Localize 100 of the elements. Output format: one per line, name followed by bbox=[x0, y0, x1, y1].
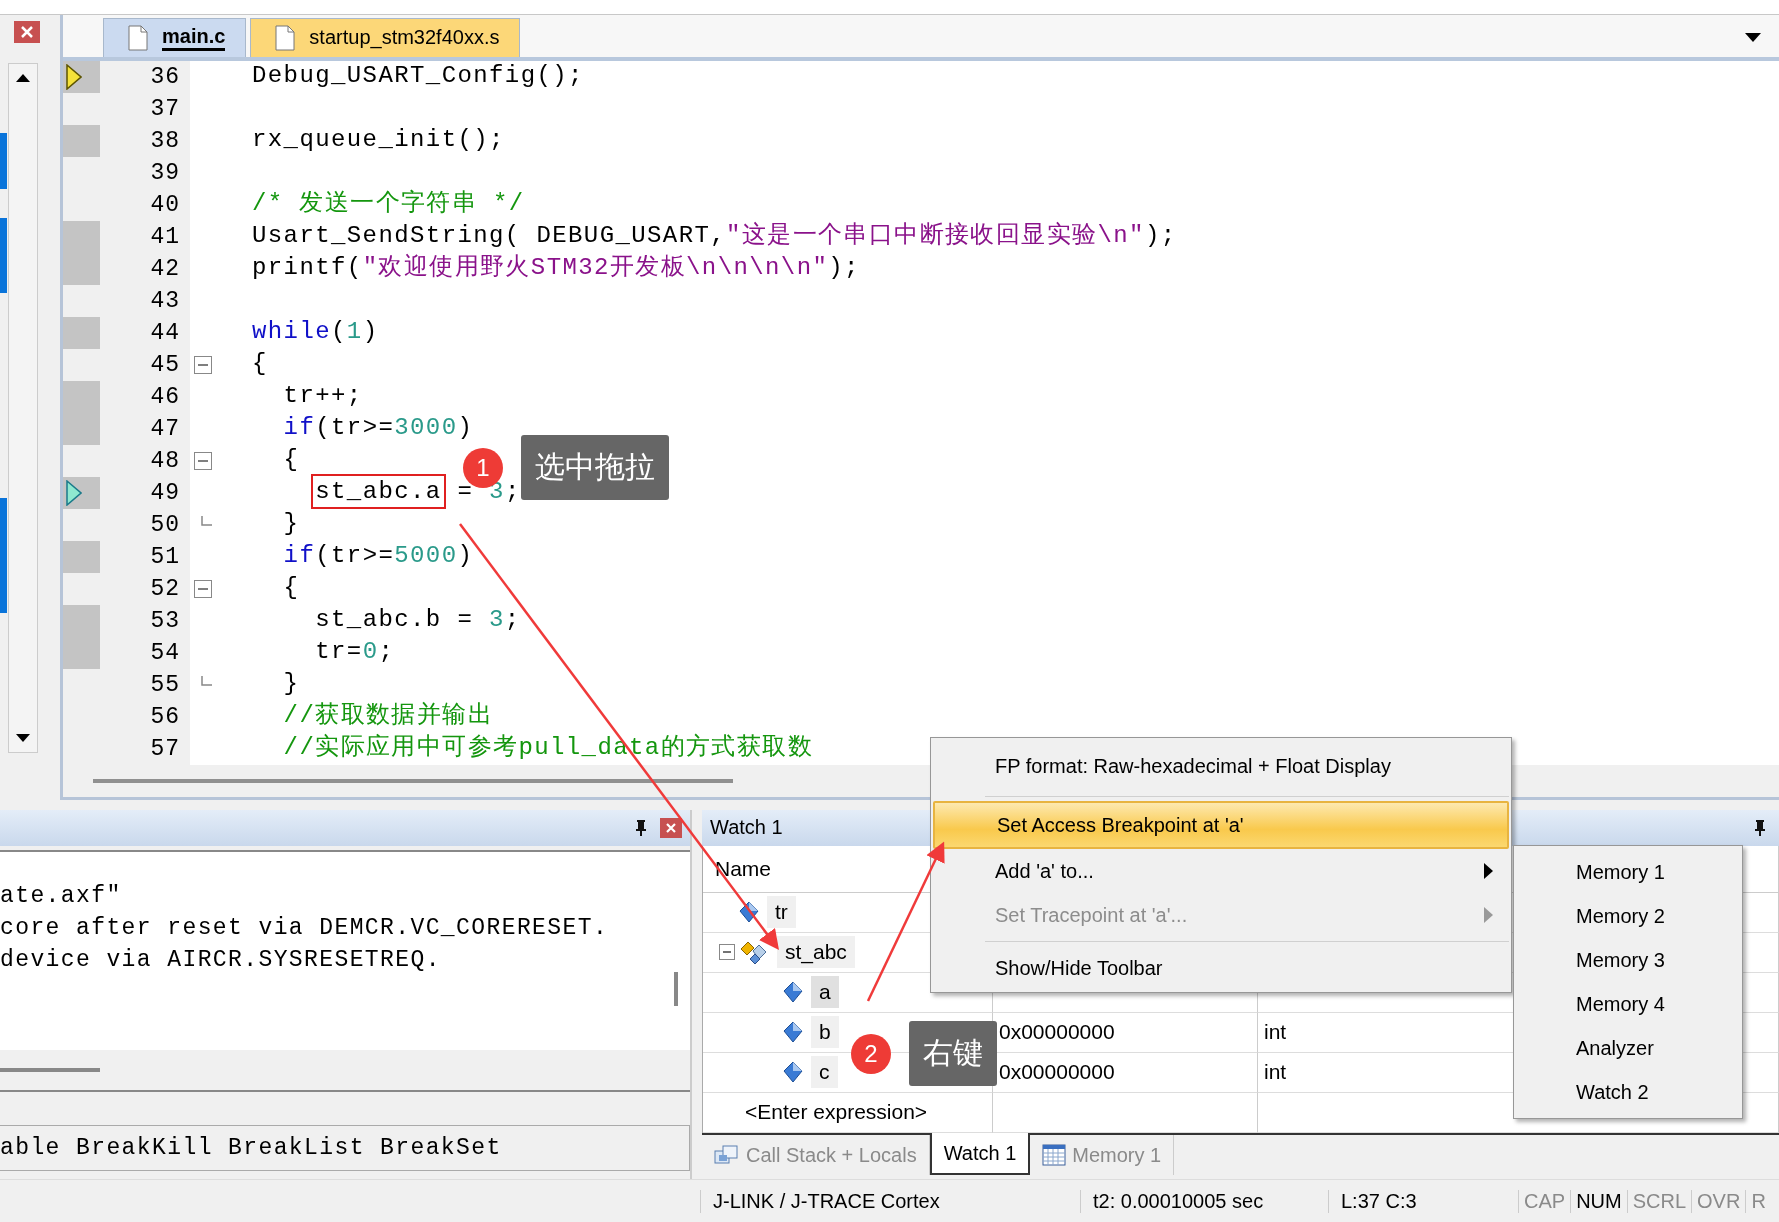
menu-item[interactable]: Watch 2 bbox=[1516, 1070, 1740, 1114]
code-comment: /* 发送一个字符串 */ bbox=[252, 190, 525, 217]
key-indicator: OVR bbox=[1691, 1189, 1746, 1213]
collapse-icon[interactable] bbox=[719, 944, 735, 961]
menu-item[interactable]: Memory 2 bbox=[1516, 894, 1740, 938]
code-text: ); bbox=[828, 254, 860, 281]
key-indicator: NUM bbox=[1570, 1189, 1627, 1213]
menu-item[interactable]: FP format: Raw-hexadecimal + Float Display bbox=[933, 740, 1509, 792]
file-tab[interactable]: startup_stm32f40xx.s bbox=[250, 18, 521, 57]
variable-icon bbox=[783, 1021, 803, 1044]
line-number: 36 bbox=[150, 64, 180, 90]
menu-item[interactable]: Memory 4 bbox=[1516, 982, 1740, 1026]
status-text: t2: 0.00010005 sec bbox=[1080, 1189, 1328, 1213]
callout-tooltip: 右键 bbox=[909, 1021, 997, 1086]
code-text: 3000 bbox=[394, 414, 458, 441]
line-number: 43 bbox=[150, 288, 180, 314]
command-field[interactable]: able BreakKill BreakList BreakSet bbox=[0, 1125, 690, 1172]
pin-icon[interactable] bbox=[634, 818, 648, 837]
panel-tab[interactable]: Watch 1 bbox=[929, 1133, 1031, 1176]
code-text: "这是一个串口中断接收回显实验\n" bbox=[726, 222, 1145, 249]
code-text: if bbox=[283, 414, 316, 441]
code-text: ; bbox=[504, 606, 521, 633]
enter-expression-field[interactable]: <Enter expression> bbox=[745, 1100, 928, 1125]
line-number: 46 bbox=[150, 384, 180, 410]
code-text: ; bbox=[378, 638, 395, 665]
close-icon bbox=[665, 821, 677, 834]
code-text: ) bbox=[457, 414, 474, 441]
code-text: 1 bbox=[346, 318, 363, 345]
code-text: { bbox=[283, 446, 300, 473]
memory-grid-icon bbox=[1042, 1144, 1067, 1167]
code-text: if bbox=[283, 542, 316, 569]
variable-icon bbox=[739, 901, 759, 924]
code-text: rx_queue_init(); bbox=[252, 126, 505, 153]
scrollbar[interactable] bbox=[674, 971, 678, 1006]
scroll-down-icon[interactable] bbox=[16, 734, 30, 742]
file-icon bbox=[275, 25, 296, 51]
code-text: ); bbox=[1144, 222, 1177, 249]
code-text: } bbox=[283, 510, 300, 537]
scrollbar[interactable] bbox=[0, 1067, 100, 1072]
scrollbar[interactable] bbox=[8, 63, 38, 753]
code-text: Usart_SendString( DEBUG_USART, bbox=[252, 222, 727, 249]
panel-title: Watch 1 bbox=[709, 816, 783, 840]
code-text: Debug_USART_Config(); bbox=[252, 62, 584, 89]
collapse-icon[interactable] bbox=[194, 580, 212, 598]
code-text: 3 bbox=[489, 606, 505, 633]
collapse-icon[interactable] bbox=[194, 452, 212, 470]
tree-item[interactable]: st_abc bbox=[777, 936, 855, 969]
code-text: tr= bbox=[315, 638, 363, 665]
file-icon bbox=[128, 25, 148, 51]
pin-icon[interactable] bbox=[1753, 818, 1767, 837]
status-text: J-LINK / J-TRACE Cortex bbox=[700, 1189, 1080, 1213]
line-number: 53 bbox=[150, 608, 180, 634]
table-cell: 0x00000000 bbox=[999, 1060, 1115, 1085]
dropdown-icon[interactable] bbox=[1745, 33, 1761, 42]
line-number: 48 bbox=[150, 448, 180, 474]
line-number: 54 bbox=[150, 640, 180, 666]
line-number: 50 bbox=[150, 512, 180, 538]
code-text: } bbox=[283, 670, 300, 697]
menu-item[interactable]: Analyzer bbox=[1516, 1026, 1740, 1070]
line-number: 51 bbox=[150, 544, 180, 570]
menu-item[interactable]: Set Access Breakpoint at 'a' bbox=[933, 801, 1509, 849]
line-number: 42 bbox=[150, 256, 180, 282]
collapse-icon[interactable] bbox=[194, 356, 212, 374]
code-text: (tr>= bbox=[315, 414, 395, 441]
line-number: 45 bbox=[150, 352, 180, 378]
menu-item[interactable]: Add 'a' to... bbox=[933, 849, 1509, 893]
key-indicator: CAP bbox=[1518, 1189, 1571, 1213]
close-button[interactable] bbox=[660, 817, 682, 838]
list-highlight bbox=[0, 133, 7, 189]
variable-icon bbox=[783, 981, 803, 1004]
line-number: 55 bbox=[150, 672, 180, 698]
line-number: 39 bbox=[150, 160, 180, 186]
close-button[interactable] bbox=[14, 21, 40, 43]
code-text: 5000 bbox=[394, 542, 458, 569]
tree-item[interactable]: a bbox=[811, 976, 839, 1009]
output-line: core after reset via DEMCR.VC_CORERESET. bbox=[0, 913, 610, 943]
line-number: 52 bbox=[150, 576, 180, 602]
status-text: L:37 C:3 bbox=[1328, 1189, 1518, 1213]
key-indicator: SCRL bbox=[1626, 1189, 1692, 1213]
menu-item[interactable]: Memory 1 bbox=[1516, 850, 1740, 894]
code-text: st_abc.b = bbox=[315, 606, 475, 633]
variable-icon bbox=[783, 1061, 803, 1084]
tree-item[interactable]: b bbox=[811, 1016, 839, 1049]
line-number: 37 bbox=[150, 96, 180, 122]
table-cell: int bbox=[1264, 1020, 1287, 1045]
line-number: 56 bbox=[150, 704, 180, 730]
column-header[interactable]: Name bbox=[715, 856, 772, 881]
scrollbar[interactable] bbox=[93, 778, 733, 783]
file-tab[interactable]: main.c bbox=[103, 18, 247, 57]
scroll-up-icon[interactable] bbox=[16, 74, 30, 82]
table-cell: int bbox=[1264, 1060, 1287, 1085]
menu-item[interactable]: Memory 3 bbox=[1516, 938, 1740, 982]
tree-item[interactable]: tr bbox=[767, 896, 796, 929]
code-text: ( bbox=[331, 318, 347, 345]
tree-item[interactable]: c bbox=[811, 1056, 838, 1089]
line-number: 41 bbox=[150, 224, 180, 250]
code-text: while bbox=[252, 318, 331, 345]
line-number: 44 bbox=[150, 320, 180, 346]
code-text: printf( bbox=[252, 254, 363, 281]
menu-item[interactable]: Show/Hide Toolbar bbox=[933, 946, 1509, 990]
